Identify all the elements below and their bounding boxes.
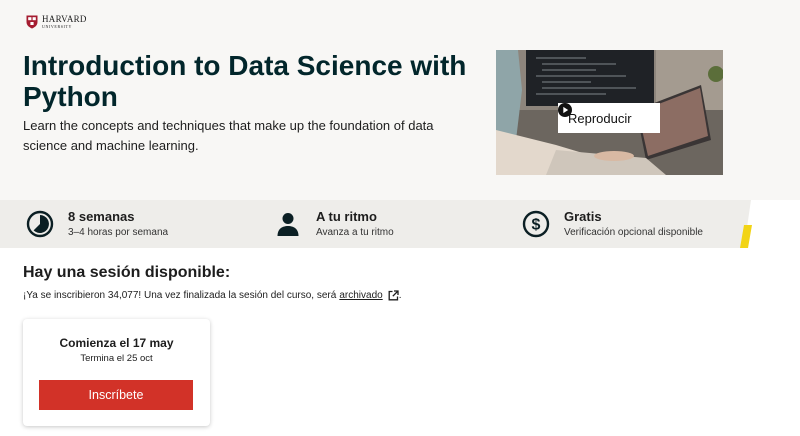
fact-price: $ Gratis Verificación opcional disponibl… <box>522 200 703 248</box>
session-note: ¡Ya se inscribieron 34,077! Una vez fina… <box>23 290 401 301</box>
harvard-shield-icon <box>26 15 38 29</box>
fact-duration-title: 8 semanas <box>68 208 135 224</box>
course-facts-bar: 8 semanas 3–4 horas por semana A tu ritm… <box>0 200 800 248</box>
session-heading: Hay una sesión disponible: <box>23 264 231 281</box>
logo-wordmark: HARVARD <box>42 14 87 24</box>
session-end-date: Termina el 25 oct <box>80 353 153 364</box>
enroll-button[interactable]: Inscríbete <box>39 380 193 410</box>
play-video-label: Reproducir <box>568 110 632 126</box>
session-card: Comienza el 17 may Termina el 25 oct Ins… <box>23 319 210 426</box>
video-preview[interactable]: Reproducir <box>496 50 723 175</box>
archived-link[interactable]: archivado <box>339 290 382 301</box>
session-note-text: ¡Ya se inscribieron 34,077! Una vez fina… <box>23 290 337 301</box>
harvard-logo[interactable]: HARVARD UNIVERSITY <box>26 15 87 29</box>
course-subtitle: Learn the concepts and techniques that m… <box>23 118 434 153</box>
dollar-icon: $ <box>522 210 550 238</box>
play-video-button[interactable]: Reproducir <box>558 103 660 133</box>
logo-subtitle: UNIVERSITY <box>42 24 72 29</box>
course-hero: HARVARD UNIVERSITY Introduction to Data … <box>0 0 800 200</box>
clock-pie-icon <box>26 210 54 238</box>
fact-pace-sub: Avanza a tu ritmo <box>316 226 394 238</box>
fact-duration-sub: 3–4 horas por semana <box>68 226 169 238</box>
person-icon <box>277 213 299 236</box>
fact-pace: A tu ritmo Avanza a tu ritmo <box>274 200 394 248</box>
fact-price-sub: Verificación opcional disponible <box>564 226 703 238</box>
session-start-date: Comienza el 17 may <box>59 336 174 350</box>
external-link-icon[interactable] <box>388 290 399 301</box>
fact-duration: 8 semanas 3–4 horas por semana <box>26 200 168 248</box>
session-note-period: . <box>398 290 402 301</box>
fact-pace-title: A tu ritmo <box>316 208 377 224</box>
course-title: Introduction to Data Science with Python <box>23 50 467 112</box>
svg-text:$: $ <box>532 217 541 234</box>
play-icon <box>558 103 572 117</box>
fact-price-title: Gratis <box>564 208 602 224</box>
